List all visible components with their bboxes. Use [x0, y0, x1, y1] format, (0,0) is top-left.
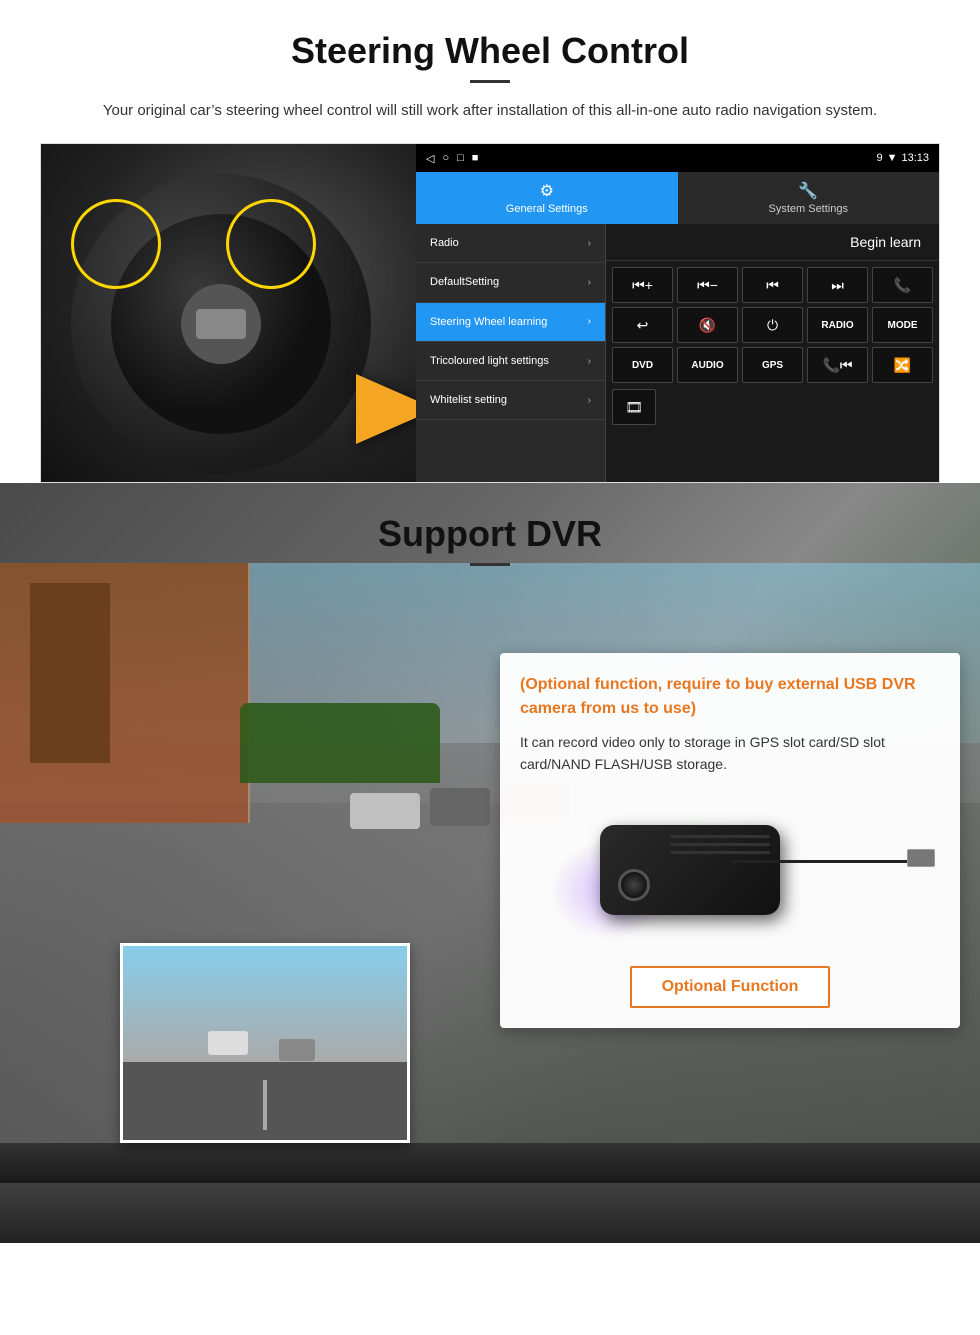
steering-right-panel: Begin learn ⏮+ ⏮− ⏮ ⏭ 📞 ↩ 🔇 ⏻ RADIO MODE [606, 224, 939, 482]
begin-learn-row: Begin learn [606, 224, 939, 261]
car-interior [0, 1143, 980, 1243]
optional-function-button[interactable]: Optional Function [630, 966, 831, 1008]
chevron-icon: › [588, 395, 591, 406]
menu-radio-label: Radio [430, 236, 459, 250]
menu-steering-label: Steering Wheel learning [430, 315, 547, 329]
steering-subtitle: Your original car’s steering wheel contr… [60, 99, 920, 123]
recents-icon: □ [457, 152, 464, 165]
steering-demo: ◁ ○ □ ■ 9 ▼ 13:13 ⚙ General Settings [40, 143, 940, 483]
dvr-title-divider [470, 563, 510, 566]
settings-menu-list: Radio › DefaultSetting › Steering Wheel … [416, 224, 606, 482]
title-divider [470, 80, 510, 83]
dvr-camera-image [520, 790, 940, 950]
dvr-info-body: It can record video only to storage in G… [520, 731, 940, 776]
tab-general-label: General Settings [506, 203, 588, 215]
ctrl-audio[interactable]: AUDIO [677, 347, 738, 383]
dvr-thumb-inner [123, 946, 407, 1140]
ctrl-vol-up[interactable]: ⏮+ [612, 267, 673, 303]
steering-photo [41, 144, 416, 483]
chevron-icon: › [588, 356, 591, 367]
android-content: Radio › DefaultSetting › Steering Wheel … [416, 224, 939, 482]
chevron-icon: › [588, 238, 591, 249]
ctrl-back[interactable]: ↩ [612, 307, 673, 343]
ctrl-vol-down[interactable]: ⏮− [677, 267, 738, 303]
ctrl-phone-prev[interactable]: 📞⏮ [807, 347, 868, 383]
menu-whitelist-label: Whitelist setting [430, 393, 507, 407]
dashboard [0, 1143, 980, 1183]
tab-general-settings[interactable]: ⚙ General Settings [416, 172, 678, 224]
begin-learn-button[interactable]: Begin learn [842, 230, 929, 254]
tab-system-label: System Settings [769, 203, 848, 215]
control-buttons-grid: ⏮+ ⏮− ⏮ ⏭ 📞 ↩ 🔇 ⏻ RADIO MODE DVD AUDIO G… [606, 261, 939, 389]
dvr-info-title: (Optional function, require to buy exter… [520, 673, 940, 721]
steering-section: Steering Wheel Control Your original car… [0, 0, 980, 483]
dvr-thumbnail [120, 943, 410, 1143]
chevron-icon: › [588, 277, 591, 288]
menu-item-steering-wheel[interactable]: Steering Wheel learning › [416, 303, 605, 342]
ctrl-power[interactable]: ⏻ [742, 307, 803, 343]
system-gear-icon: 🔧 [798, 181, 818, 201]
menu-item-tricoloured[interactable]: Tricoloured light settings › [416, 342, 605, 381]
statusbar-status: 9 ▼ 13:13 [876, 152, 929, 164]
android-statusbar: ◁ ○ □ ■ 9 ▼ 13:13 [416, 144, 939, 172]
settings-gear-icon: ⚙ [540, 181, 554, 201]
ctrl-dvd[interactable]: DVD [612, 347, 673, 383]
chevron-icon: › [588, 316, 591, 327]
steering-title: Steering Wheel Control [40, 30, 940, 72]
dvr-section: Support DVR (Optional function, require … [0, 483, 980, 1243]
menu-item-default[interactable]: DefaultSetting › [416, 263, 605, 302]
ctrl-mode[interactable]: MODE [872, 307, 933, 343]
status-time: 13:13 [901, 152, 929, 164]
menu-tricoloured-label: Tricoloured light settings [430, 354, 549, 368]
ctrl-next[interactable]: ⏭ [807, 267, 868, 303]
statusbar-nav-icons: ◁ ○ □ ■ [426, 152, 478, 165]
android-panel: ◁ ○ □ ■ 9 ▼ 13:13 ⚙ General Settings [416, 144, 939, 482]
menu-item-radio[interactable]: Radio › [416, 224, 605, 263]
menu-item-whitelist[interactable]: Whitelist setting › [416, 381, 605, 420]
dvr-section-title: Support DVR [0, 483, 980, 566]
ctrl-gps[interactable]: GPS [742, 347, 803, 383]
menu-default-label: DefaultSetting [430, 275, 499, 289]
menu-icon: ■ [472, 152, 479, 165]
left-control-highlight [71, 199, 161, 289]
home-icon: ○ [442, 152, 449, 165]
back-icon: ◁ [426, 152, 434, 165]
steering-photo-bg [41, 144, 416, 483]
wifi-icon: ▼ [887, 152, 898, 164]
ctrl-radio[interactable]: RADIO [807, 307, 868, 343]
android-tabs: ⚙ General Settings 🔧 System Settings [416, 172, 939, 224]
dvr-title: Support DVR [0, 513, 980, 555]
ctrl-phone[interactable]: 📞 [872, 267, 933, 303]
right-control-highlight [226, 199, 316, 289]
ctrl-mute[interactable]: 🔇 [677, 307, 738, 343]
tab-system-settings[interactable]: 🔧 System Settings [678, 172, 940, 224]
ctrl-shuffle[interactable]: 🔀 [872, 347, 933, 383]
optional-btn-row: Optional Function [520, 966, 940, 1008]
dvr-info-card: (Optional function, require to buy exter… [500, 653, 960, 1028]
ctrl-extra[interactable]: 🎞 [612, 389, 656, 425]
signal-icon: 9 [876, 152, 882, 164]
ctrl-prev[interactable]: ⏮ [742, 267, 803, 303]
